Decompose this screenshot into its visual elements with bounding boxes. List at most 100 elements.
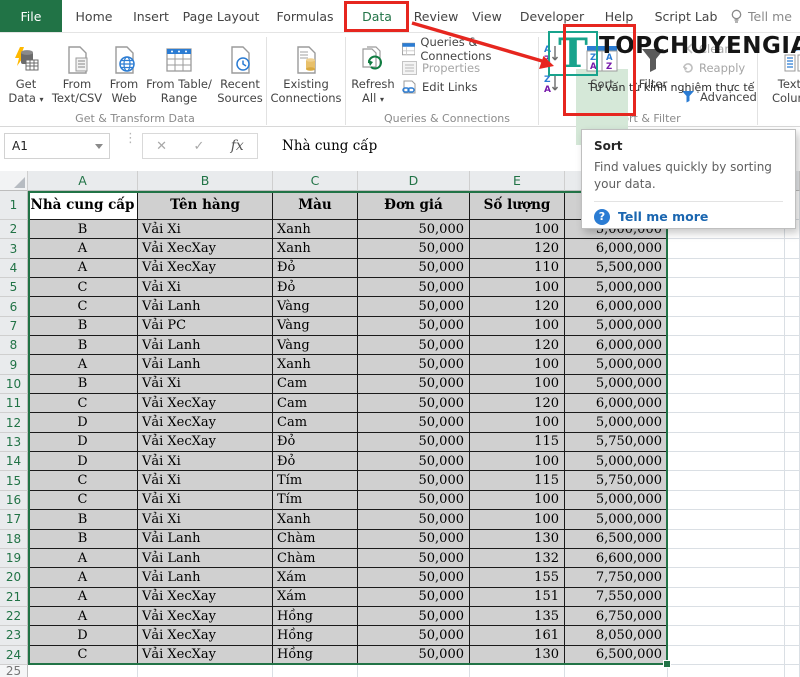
cell[interactable]: 120	[470, 336, 565, 355]
tab-insert[interactable]: Insert	[126, 0, 176, 32]
recent-sources-button[interactable]: Recent Sources	[214, 36, 266, 106]
cell[interactable]	[785, 394, 800, 413]
cell[interactable]: 50,000	[358, 336, 470, 355]
cell[interactable]	[358, 665, 470, 677]
formula-bar-handle[interactable]: ⋮	[124, 136, 137, 142]
cell[interactable]: Vải Lanh	[138, 549, 273, 568]
cell[interactable]	[28, 665, 138, 677]
cell[interactable]	[565, 665, 668, 677]
cell[interactable]	[785, 588, 800, 607]
cell[interactable]	[668, 607, 785, 626]
cell[interactable]: Hồng	[273, 626, 358, 645]
row-header-3[interactable]: 3	[0, 239, 28, 258]
cell[interactable]	[668, 239, 785, 258]
select-all-corner[interactable]	[0, 171, 28, 191]
cell[interactable]	[785, 452, 800, 471]
cell[interactable]	[668, 394, 785, 413]
cell[interactable]	[668, 549, 785, 568]
cell[interactable]: 5,500,000	[565, 259, 668, 278]
cell[interactable]: 151	[470, 588, 565, 607]
cancel-entry-icon[interactable]: ✕	[156, 139, 167, 154]
row-header-23[interactable]: 23	[0, 626, 28, 645]
get-data-button[interactable]: Get Data ▾	[2, 36, 50, 106]
column-header-E[interactable]: E	[470, 171, 565, 191]
cell[interactable]	[785, 336, 800, 355]
cell[interactable]: Hồng	[273, 607, 358, 626]
cell[interactable]	[785, 665, 800, 677]
row-header-18[interactable]: 18	[0, 530, 28, 549]
column-header-B[interactable]: B	[138, 171, 273, 191]
cell[interactable]: 50,000	[358, 278, 470, 297]
row-header-17[interactable]: 17	[0, 510, 28, 529]
cell[interactable]	[668, 646, 785, 665]
cell[interactable]: Xám	[273, 588, 358, 607]
cell[interactable]: Vải Xi	[138, 452, 273, 471]
cell[interactable]: 100	[470, 413, 565, 432]
cell[interactable]	[668, 336, 785, 355]
cell[interactable]: 135	[470, 607, 565, 626]
cell[interactable]: 7,550,000	[565, 588, 668, 607]
cell[interactable]: D	[28, 626, 138, 645]
insert-function-icon[interactable]: fx	[231, 138, 244, 154]
tab-formulas[interactable]: Formulas	[266, 0, 344, 32]
cell[interactable]: Vải XecXay	[138, 239, 273, 258]
cell[interactable]: 100	[470, 317, 565, 336]
cell[interactable]: Vải XecXay	[138, 607, 273, 626]
cell[interactable]: Xanh	[273, 239, 358, 258]
cell[interactable]	[668, 588, 785, 607]
cell[interactable]: D	[28, 413, 138, 432]
tab-view[interactable]: View	[462, 0, 512, 32]
cell[interactable]: Tím	[273, 471, 358, 490]
cell[interactable]: D	[28, 433, 138, 452]
row-header-4[interactable]: 4	[0, 259, 28, 278]
cell[interactable]: B	[28, 375, 138, 394]
cell[interactable]: A	[28, 239, 138, 258]
row-header-20[interactable]: 20	[0, 568, 28, 587]
cell[interactable]: A	[28, 549, 138, 568]
column-header-C[interactable]: C	[273, 171, 358, 191]
row-header-6[interactable]: 6	[0, 297, 28, 316]
cell[interactable]: 50,000	[358, 646, 470, 665]
cell-header-col-C[interactable]: Màu	[273, 191, 358, 220]
cell[interactable]: 50,000	[358, 607, 470, 626]
cell[interactable]: 6,000,000	[565, 297, 668, 316]
cell[interactable]: 130	[470, 530, 565, 549]
cell[interactable]: Đỏ	[273, 278, 358, 297]
cell[interactable]: A	[28, 355, 138, 374]
tab-script-lab[interactable]: Script Lab	[646, 0, 726, 32]
cell[interactable]: 50,000	[358, 239, 470, 258]
cell[interactable]	[668, 491, 785, 510]
cell[interactable]: 100	[470, 452, 565, 471]
cell[interactable]	[785, 375, 800, 394]
cell[interactable]: 50,000	[358, 626, 470, 645]
cell[interactable]	[668, 665, 785, 677]
row-header-5[interactable]: 5	[0, 278, 28, 297]
tell-me-box[interactable]: Tell me	[730, 0, 792, 33]
cell[interactable]	[785, 355, 800, 374]
row-header-8[interactable]: 8	[0, 336, 28, 355]
cell[interactable]: Vải Lanh	[138, 355, 273, 374]
tab-file[interactable]: File	[0, 0, 62, 32]
cell[interactable]: Vải XecXay	[138, 626, 273, 645]
row-header-12[interactable]: 12	[0, 413, 28, 432]
cell[interactable]	[785, 278, 800, 297]
cell[interactable]	[668, 413, 785, 432]
cell[interactable]: 50,000	[358, 510, 470, 529]
cell[interactable]: 6,600,000	[565, 549, 668, 568]
cell[interactable]: C	[28, 646, 138, 665]
cell[interactable]: Đỏ	[273, 259, 358, 278]
cell[interactable]: Xanh	[273, 220, 358, 239]
cell[interactable]: Vải Lanh	[138, 568, 273, 587]
cell[interactable]: 132	[470, 549, 565, 568]
cell[interactable]: B	[28, 530, 138, 549]
cell[interactable]: 50,000	[358, 433, 470, 452]
cell[interactable]: Vải PC	[138, 317, 273, 336]
cell[interactable]: 50,000	[358, 549, 470, 568]
row-header-15[interactable]: 15	[0, 471, 28, 490]
cell[interactable]: Cam	[273, 394, 358, 413]
cell[interactable]: 100	[470, 220, 565, 239]
cell[interactable]: 5,000,000	[565, 355, 668, 374]
cell[interactable]: A	[28, 607, 138, 626]
confirm-entry-icon[interactable]: ✓	[193, 139, 204, 154]
cell[interactable]: 50,000	[358, 297, 470, 316]
